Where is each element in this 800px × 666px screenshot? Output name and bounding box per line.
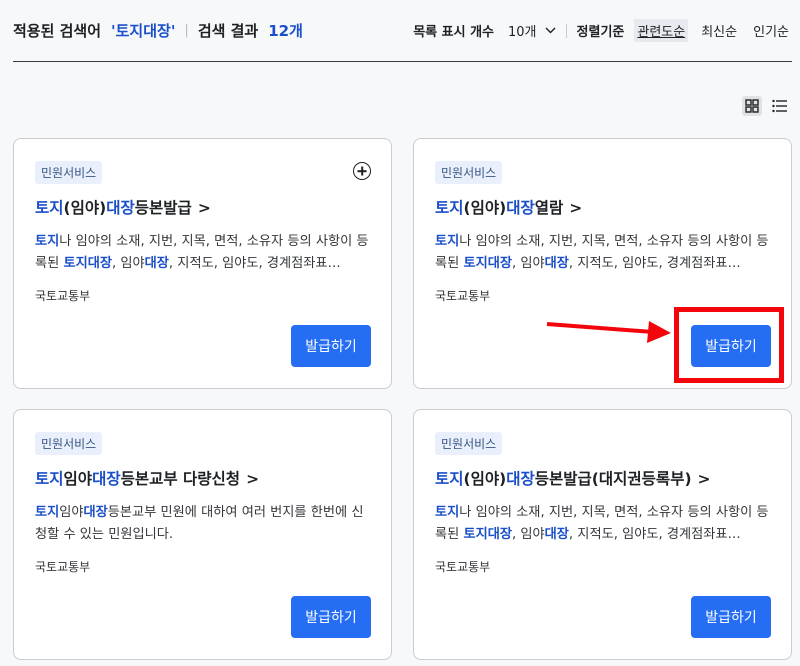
card-description: 토지나 임야의 소재, 지번, 지목, 면적, 소유자 등의 사항이 등록된 토… (435, 502, 773, 546)
desc-text: , 지적도, 임야도, 경계점좌표… (568, 527, 741, 542)
card-title[interactable]: 토지임야대장등본교부 다량신청 > (35, 467, 371, 489)
result-label: 검색 결과 (197, 22, 259, 40)
card-title[interactable]: 토지(임야)대장열람 > (435, 196, 771, 218)
card-organization: 국토교통부 (35, 289, 91, 303)
desc-highlight: 대장 (544, 527, 569, 542)
issue-button[interactable]: 발급하기 (291, 596, 371, 638)
add-icon[interactable] (353, 162, 371, 180)
card-title[interactable]: 토지(임야)대장등본발급 > (35, 196, 371, 218)
annotation-arrow-icon (546, 321, 671, 343)
divider (565, 23, 567, 38)
desc-highlight: 대장 (83, 505, 108, 520)
title-text: 등본교부 다량신청 (120, 470, 241, 488)
list-count-value: 10개 (508, 25, 537, 40)
annotation-highlight-box (674, 307, 784, 383)
issue-button[interactable]: 발급하기 (691, 596, 771, 638)
title-highlight: 토지 (35, 470, 64, 488)
chevron-right-icon: > (246, 470, 260, 488)
category-badge: 민원서비스 (35, 432, 103, 455)
desc-highlight: 토지 (435, 234, 460, 249)
card-title[interactable]: 토지(임야)대장등본발급(대지권등록부) > (435, 467, 771, 489)
list-icon[interactable] (770, 96, 790, 116)
desc-highlight: 토지 (435, 505, 460, 520)
chevron-right-icon: > (569, 199, 583, 217)
desc-highlight: 토지 (35, 505, 60, 520)
desc-text: 임야 (59, 505, 84, 520)
chevron-right-icon: > (697, 470, 711, 488)
desc-highlight: 대장 (144, 256, 169, 271)
sort-label: 정렬기준 (576, 25, 625, 40)
category-badge: 민원서비스 (35, 161, 103, 184)
card-organization: 국토교통부 (435, 560, 491, 574)
title-text: (임야) (463, 199, 507, 217)
card-description: 토지임야대장등본교부 민원에 대하여 여러 번지를 한번에 신청할 수 있는 민… (35, 502, 373, 546)
title-highlight: 토지 (35, 199, 64, 217)
desc-highlight: 대장 (544, 256, 569, 271)
title-highlight: 토지 (435, 470, 464, 488)
category-badge: 민원서비스 (435, 161, 503, 184)
card-organization: 국토교통부 (35, 560, 91, 574)
card-description: 토지나 임야의 소재, 지번, 지목, 면적, 소유자 등의 사항이 등록된 토… (35, 231, 373, 275)
title-highlight: 토지 (435, 199, 464, 217)
title-text: 임야 (63, 470, 93, 488)
desc-text: , 지적도, 임야도, 경계점좌표… (168, 256, 341, 271)
title-highlight: 대장 (92, 470, 121, 488)
service-card[interactable]: 민원서비스 토지(임야)대장등본발급(대지권등록부) > 토지나 임야의 소재, … (413, 409, 792, 660)
list-count-label: 목록 표시 개수 (413, 25, 495, 40)
desc-highlight: 토지 (35, 234, 60, 249)
sort-option-relevance[interactable]: 관련도순 (634, 19, 689, 42)
sort-option-latest[interactable]: 최신순 (698, 19, 740, 42)
desc-text: , 임야 (112, 256, 145, 271)
title-text: (임야) (63, 199, 107, 217)
title-highlight: 대장 (106, 199, 135, 217)
search-summary: 적용된 검색어 '토지대장' | 검색 결과 12개 (13, 20, 303, 41)
title-text: 열람 (534, 199, 564, 217)
desc-highlight: 토지대장 (463, 256, 512, 271)
list-count-select[interactable]: 10개 (508, 21, 556, 40)
search-summary-bar: 적용된 검색어 '토지대장' | 검색 결과 12개 목록 표시 개수 10개 … (13, 0, 792, 62)
title-text: 등본발급(대지권등록부) (534, 470, 692, 488)
card-description: 토지나 임야의 소재, 지번, 지목, 면적, 소유자 등의 사항이 등록된 토… (435, 231, 773, 275)
sort-option-popular[interactable]: 인기순 (750, 19, 792, 42)
card-organization: 국토교통부 (435, 289, 491, 303)
title-text: 등본발급 (134, 199, 192, 217)
service-card[interactable]: 민원서비스 토지(임야)대장등본발급 > 토지나 임야의 소재, 지번, 지목, … (13, 138, 392, 389)
divider: | (184, 23, 189, 38)
service-card[interactable]: 민원서비스 토지임야대장등본교부 다량신청 > 토지임야대장등본교부 민원에 대하… (13, 409, 392, 660)
view-toggle (742, 96, 790, 116)
title-highlight: 대장 (506, 470, 535, 488)
title-text: (임야) (463, 470, 507, 488)
result-count: 12개 (268, 22, 303, 40)
desc-highlight: 토지대장 (63, 256, 112, 271)
chevron-right-icon: > (197, 199, 211, 217)
issue-button[interactable]: 발급하기 (291, 325, 371, 367)
desc-text: , 임야 (512, 256, 545, 271)
applied-keyword-label: 적용된 검색어 (13, 22, 102, 40)
applied-keyword: '토지대장' (111, 22, 176, 40)
chevron-down-icon (545, 24, 556, 37)
title-highlight: 대장 (506, 199, 535, 217)
desc-highlight: 토지대장 (463, 527, 512, 542)
category-badge: 민원서비스 (435, 432, 503, 455)
desc-text: , 지적도, 임야도, 경계점좌표… (568, 256, 741, 271)
grid-icon[interactable] (742, 96, 762, 116)
list-controls: 목록 표시 개수 10개 정렬기준 관련도순 최신순 인기순 (413, 19, 792, 42)
desc-text: , 임야 (512, 527, 545, 542)
